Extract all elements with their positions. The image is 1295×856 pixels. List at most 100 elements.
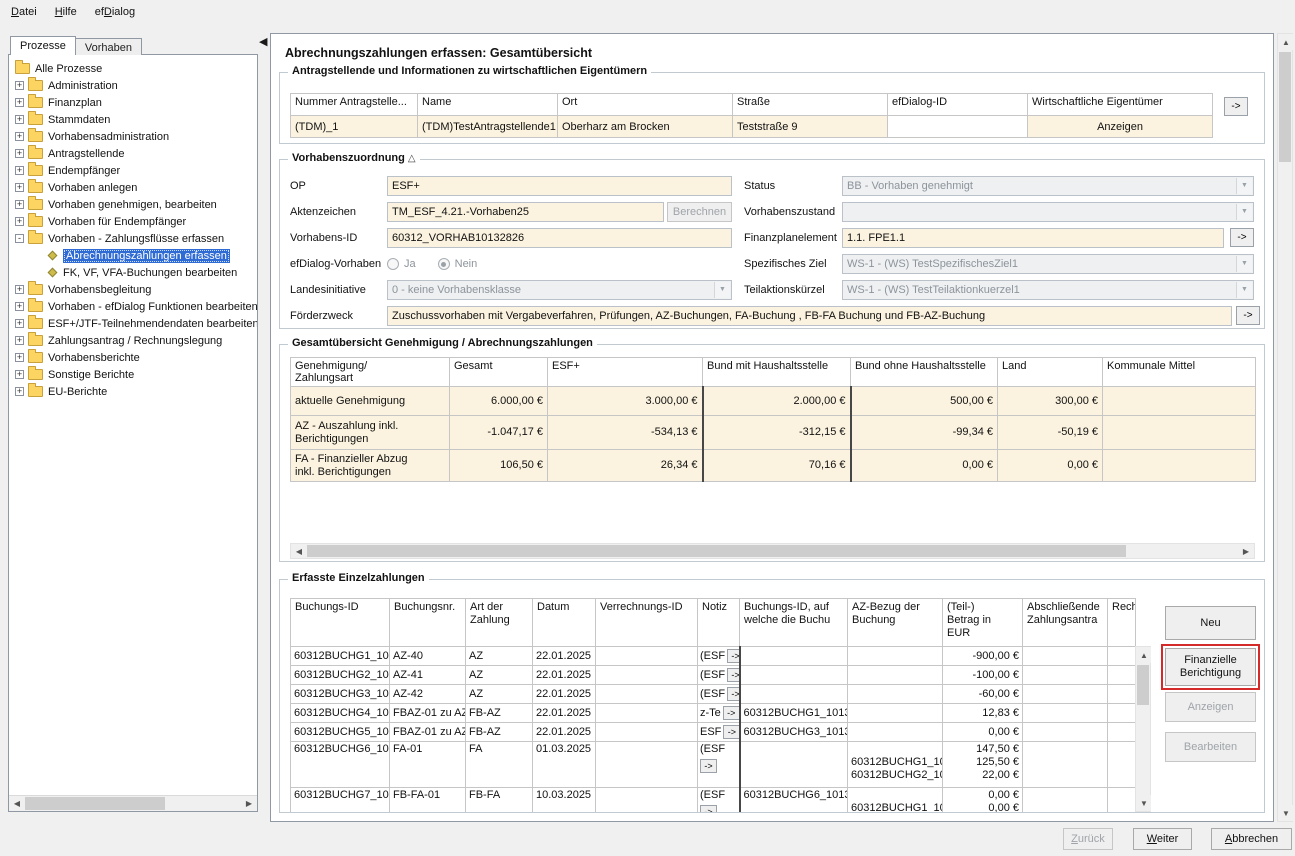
col-name[interactable]: Name: [418, 94, 558, 116]
tab-vorhaben[interactable]: Vorhaben: [76, 38, 142, 55]
tree-item-vorhabensadministration[interactable]: +Vorhabensadministration: [9, 128, 257, 145]
finanzplanelement-field[interactable]: 1.1. FPE1.1: [842, 228, 1224, 248]
table-row[interactable]: 60312BUCHG6_1013 FA-01 FA 01.03.2025 (ES…: [291, 742, 1136, 788]
notiz-goto-button[interactable]: ->: [700, 805, 717, 812]
scrollbar-track[interactable]: [25, 796, 241, 811]
col-esf[interactable]: ESF+: [548, 358, 703, 387]
expand-plus-icon[interactable]: +: [15, 115, 24, 124]
tree-item-stammdaten[interactable]: +Stammdaten: [9, 111, 257, 128]
scrollbar-track[interactable]: [1278, 50, 1292, 805]
tree-item-zahlungsfluesse[interactable]: -Vorhaben - Zahlungsflüsse erfassen: [9, 230, 257, 247]
anzeigen-eigentuemer-button[interactable]: Anzeigen: [1028, 116, 1213, 138]
scroll-left-icon[interactable]: ◀: [9, 796, 25, 811]
expand-plus-icon[interactable]: +: [15, 336, 24, 345]
col-art[interactable]: Art der Zahlung: [466, 599, 533, 647]
expand-plus-icon[interactable]: +: [15, 217, 24, 226]
notiz-goto-button[interactable]: ->: [700, 759, 717, 773]
col-land[interactable]: Land: [998, 358, 1103, 387]
tree-item-abrechnungszahlungen-erfassen[interactable]: Abrechnungszahlungen erfassen: [9, 247, 257, 264]
spezifisches-ziel-select[interactable]: WS-1 - (WS) TestSpezifischesZiel1▼: [842, 254, 1254, 274]
berechnen-button[interactable]: Berechnen: [667, 202, 732, 222]
scrollbar-thumb[interactable]: [25, 797, 165, 810]
col-rechnung[interactable]: Rechnung: [1108, 599, 1136, 647]
col-strasse[interactable]: Straße: [733, 94, 888, 116]
scroll-down-icon[interactable]: ▼: [1136, 795, 1151, 811]
bearbeiten-button[interactable]: Bearbeiten: [1165, 732, 1256, 762]
scrollbar-thumb[interactable]: [1137, 665, 1149, 705]
expand-plus-icon[interactable]: +: [15, 81, 24, 90]
tree-item-antragstellende[interactable]: +Antragstellende: [9, 145, 257, 162]
finanzplanelement-goto-button[interactable]: ->: [1230, 228, 1254, 247]
menu-efdialog[interactable]: efDialog: [86, 3, 144, 21]
sidebar-collapse-icon[interactable]: ◀: [259, 35, 267, 48]
col-kommunal[interactable]: Kommunale Mittel: [1103, 358, 1256, 387]
col-betrag[interactable]: (Teil-) Betrag in EUR: [943, 599, 1023, 647]
overview-horizontal-scrollbar[interactable]: ◀ ▶: [290, 543, 1255, 559]
tree-item-efdialog-funktionen[interactable]: +Vorhaben - efDialog Funktionen bearbeit…: [9, 298, 257, 315]
col-bund-mit[interactable]: Bund mit Haushaltsstelle: [703, 358, 851, 387]
scrollbar-thumb[interactable]: [1279, 52, 1291, 162]
tab-prozesse[interactable]: Prozesse: [10, 36, 76, 55]
col-az-bezug[interactable]: AZ-Bezug der Buchung: [848, 599, 943, 647]
table-row[interactable]: AZ - Auszahlung inkl. Berichtigungen -1.…: [291, 416, 1256, 450]
expand-plus-icon[interactable]: +: [15, 132, 24, 141]
expand-plus-icon[interactable]: +: [15, 166, 24, 175]
col-eigentuemer[interactable]: Wirtschaftliche Eigentümer: [1028, 94, 1213, 116]
table-row[interactable]: aktuelle Genehmigung 6.000,00 € 3.000,00…: [291, 387, 1256, 416]
neu-button[interactable]: Neu: [1165, 606, 1256, 640]
tree-item-endempfaenger[interactable]: +Endempfänger: [9, 162, 257, 179]
table-row[interactable]: FA - Finanzieller Abzug inkl. Berichtigu…: [291, 450, 1256, 482]
collapse-minus-icon[interactable]: -: [15, 234, 24, 243]
tree-item-teilnehmendendaten[interactable]: +ESF+/JTF-Teilnehmendendaten bearbeiten: [9, 315, 257, 332]
scrollbar-track[interactable]: [1136, 663, 1150, 795]
vorhabenszustand-select[interactable]: ▼: [842, 202, 1254, 222]
tree-item-vorhaben-anlegen[interactable]: +Vorhaben anlegen: [9, 179, 257, 196]
tree-item-vorhaben-endempfaenger[interactable]: +Vorhaben für Endempfänger: [9, 213, 257, 230]
col-abschliessende[interactable]: Abschließende Zahlungsantra: [1023, 599, 1108, 647]
status-select[interactable]: BB - Vorhaben genehmigt▼: [842, 176, 1254, 196]
foerderzweck-goto-button[interactable]: ->: [1236, 306, 1260, 325]
scroll-right-icon[interactable]: ▶: [241, 796, 257, 811]
tree-item-finanzplan[interactable]: +Finanzplan: [9, 94, 257, 111]
chevron-down-icon[interactable]: ▼: [1236, 204, 1252, 220]
chevron-down-icon[interactable]: ▼: [714, 282, 730, 298]
tree-item-fk-vf-vfa-buchungen[interactable]: FK, VF, VFA-Buchungen bearbeiten: [9, 264, 257, 281]
col-datum[interactable]: Datum: [533, 599, 596, 647]
tree-item-administration[interactable]: +Administration: [9, 77, 257, 94]
col-notiz[interactable]: Notiz: [698, 599, 740, 647]
expand-plus-icon[interactable]: +: [15, 319, 24, 328]
op-field[interactable]: ESF+: [387, 176, 732, 196]
weiter-button[interactable]: Weiter: [1133, 828, 1192, 850]
applicant-goto-button[interactable]: ->: [1224, 97, 1248, 116]
col-efdialog-id[interactable]: efDialog-ID: [888, 94, 1028, 116]
notiz-goto-button[interactable]: ->: [727, 668, 739, 682]
aktenzeichen-field[interactable]: TM_ESF_4.21.-Vorhaben25: [387, 202, 664, 222]
expand-plus-icon[interactable]: +: [15, 183, 24, 192]
expand-plus-icon[interactable]: +: [15, 387, 24, 396]
scrollbar-thumb[interactable]: [307, 545, 1126, 557]
notiz-goto-button[interactable]: ->: [727, 687, 739, 701]
triangle-icon[interactable]: △: [408, 153, 416, 164]
col-buchungsnr[interactable]: Buchungsnr.: [390, 599, 466, 647]
col-gesamt[interactable]: Gesamt: [450, 358, 548, 387]
expand-plus-icon[interactable]: +: [15, 302, 24, 311]
radio-ja[interactable]: [387, 258, 399, 270]
table-row[interactable]: 60312BUCHG5_1013 FBAZ-01 zu AZ-42 FB-AZ …: [291, 723, 1136, 742]
tree-item-vorhabensbegleitung[interactable]: +Vorhabensbegleitung: [9, 281, 257, 298]
col-ort[interactable]: Ort: [558, 94, 733, 116]
main-vertical-scrollbar[interactable]: ▲ ▼: [1277, 33, 1293, 822]
expand-plus-icon[interactable]: +: [15, 370, 24, 379]
tree-item-alle-prozesse[interactable]: Alle Prozesse: [9, 60, 257, 77]
payments-vertical-scrollbar[interactable]: ▲ ▼: [1135, 646, 1151, 812]
table-row[interactable]: 60312BUCHG7_1013 FB-FA-01 FB-FA 10.03.20…: [291, 788, 1136, 813]
tree-item-eu-berichte[interactable]: +EU-Berichte: [9, 383, 257, 400]
radio-nein[interactable]: [438, 258, 450, 270]
tree-item-sonstige-berichte[interactable]: +Sonstige Berichte: [9, 366, 257, 383]
applicant-row[interactable]: (TDM)_1 (TDM)TestAntragstellende1 Oberha…: [291, 116, 1213, 138]
menu-hilfe[interactable]: Hilfe: [46, 3, 86, 21]
zurueck-button[interactable]: Zurück: [1063, 828, 1113, 850]
col-ref-buchung[interactable]: Buchungs-ID, auf welche die Buchu: [740, 599, 848, 647]
expand-plus-icon[interactable]: +: [15, 285, 24, 294]
notiz-goto-button[interactable]: ->: [723, 725, 739, 739]
table-row[interactable]: 60312BUCHG3_1013 AZ-42 AZ 22.01.2025 (ES…: [291, 685, 1136, 704]
